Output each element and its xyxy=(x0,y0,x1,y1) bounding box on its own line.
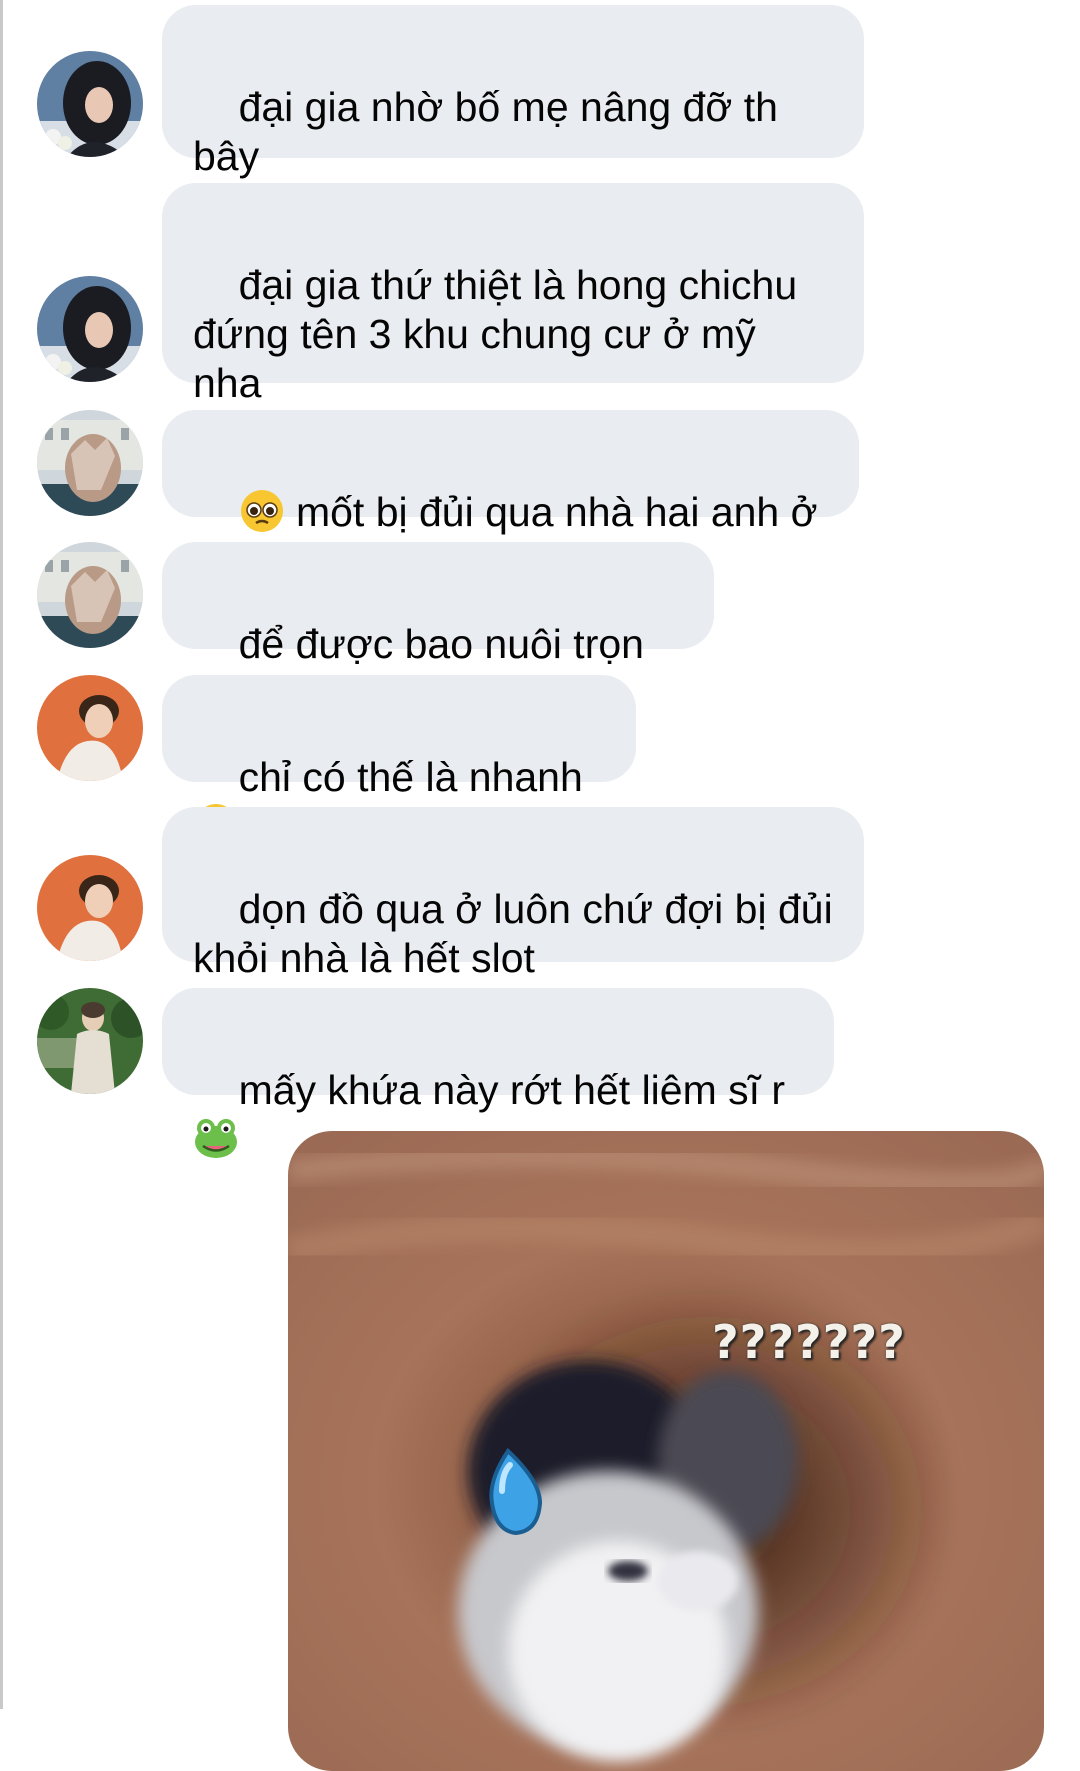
frog-face-emoji xyxy=(195,1119,237,1158)
avatar[interactable] xyxy=(37,276,143,382)
message-text: đại gia thứ thiệt là hong chichu đứng tê… xyxy=(193,262,798,406)
message-text: dọn đồ qua ở luôn chứ đợi bị đủi khỏi nh… xyxy=(193,886,833,981)
message-bubble[interactable]: để được bao nuôi trọn đời xyxy=(162,542,714,716)
image-message[interactable]: ??????? xyxy=(288,1131,1044,1771)
avatar-long-hair xyxy=(37,276,143,382)
screen-left-edge xyxy=(0,0,3,1709)
avatar-green-bg xyxy=(37,988,143,1094)
message-bubble[interactable]: dọn đồ qua ở luôn chứ đợi bị đủi khỏi nh… xyxy=(162,807,864,981)
avatar[interactable] xyxy=(37,988,143,1094)
message-bubble[interactable]: đại gia thứ thiệt là hong chichu đứng tê… xyxy=(162,183,864,452)
image-caption: ??????? xyxy=(712,1315,906,1369)
message-text: mấy khứa này rớt hết liêm sĩ r xyxy=(238,1067,797,1113)
message-bubble[interactable]: chỉ có thế là nhanh xyxy=(162,675,636,846)
avatar-orange-bg xyxy=(37,855,143,961)
pleading-face-emoji xyxy=(240,490,283,532)
message-bubble[interactable]: mấy khứa này rớt hết liêm sĩ r xyxy=(162,988,834,1158)
message-bubble[interactable]: mốt bị đủi qua nhà hai anh ở ké xyxy=(162,410,859,584)
avatar[interactable] xyxy=(37,51,143,157)
crying-kitten-meme-image xyxy=(288,1131,1044,1771)
message-bubble[interactable]: đại gia nhờ bố mẹ nâng đỡ th bây ơi =)) xyxy=(162,5,864,228)
avatar-long-hair xyxy=(37,51,143,157)
avatar[interactable] xyxy=(37,410,143,516)
avatar-orange-bg xyxy=(37,675,143,781)
avatar-covered-face xyxy=(37,410,143,516)
avatar-covered-face xyxy=(37,542,143,648)
avatar[interactable] xyxy=(37,855,143,961)
avatar[interactable] xyxy=(37,675,143,781)
message-text: chỉ có thế là nhanh xyxy=(238,754,595,800)
avatar[interactable] xyxy=(37,542,143,648)
